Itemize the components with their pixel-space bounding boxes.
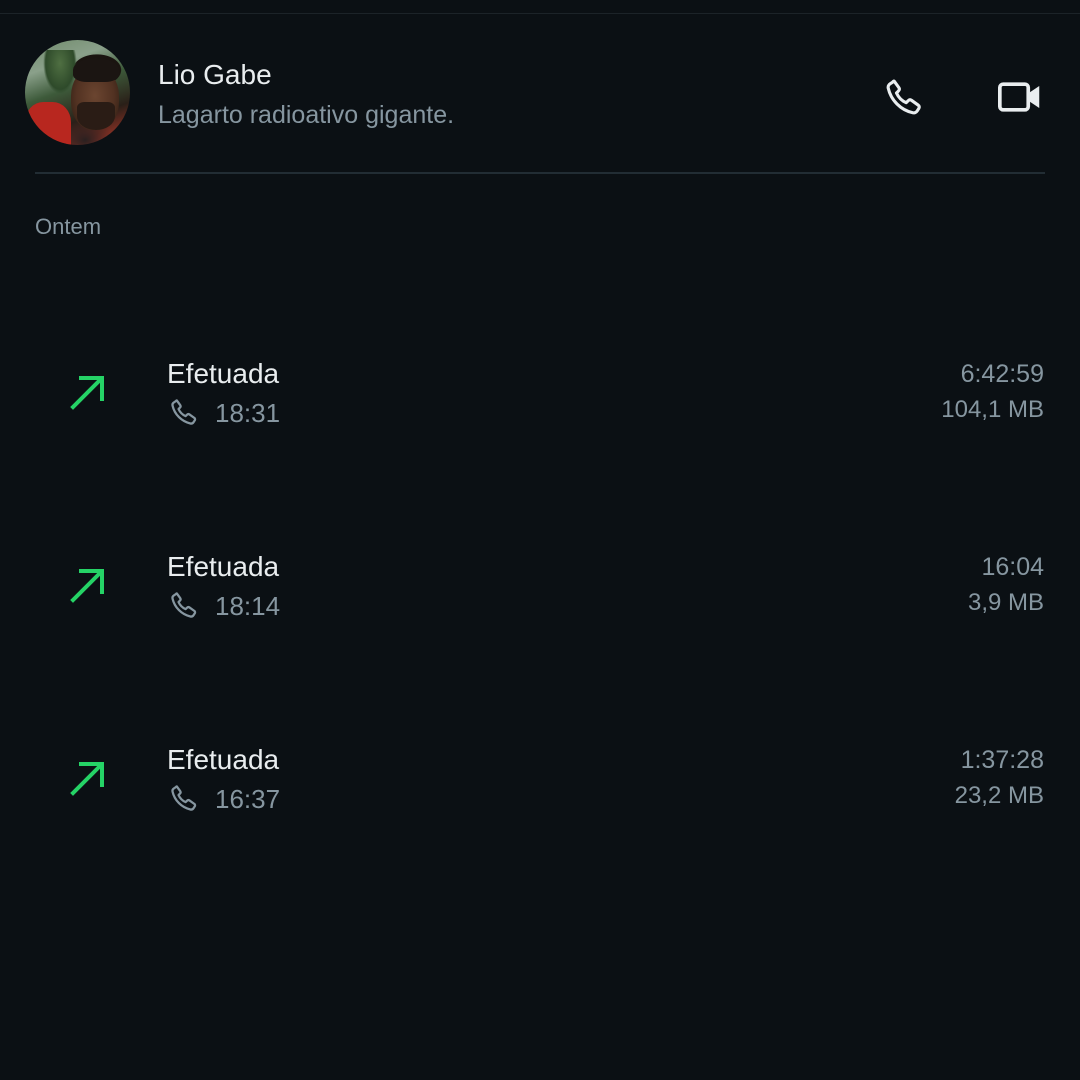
- contact-name[interactable]: Lio Gabe: [158, 59, 272, 91]
- call-duration: 1:37:28: [960, 746, 1044, 774]
- call-log-item[interactable]: Efetuada 16:37 1:37:28 23,2 MB: [0, 744, 1080, 834]
- call-time: 16:37: [215, 784, 281, 814]
- call-log-item[interactable]: Efetuada 18:31 6:42:59 104,1 MB: [0, 358, 1080, 448]
- call-type: Efetuada: [167, 744, 280, 775]
- call-log-item[interactable]: Efetuada 18:14 16:04 3,9 MB: [0, 551, 1080, 641]
- call-duration: 6:42:59: [960, 360, 1044, 388]
- call-duration: 16:04: [981, 553, 1044, 581]
- phone-icon: [171, 785, 197, 811]
- call-info-screen: Lio Gabe Lagarto radioativo gigante. Ont…: [0, 0, 1080, 1080]
- call-time: 18:14: [215, 591, 281, 621]
- contact-status: Lagarto radioativo gigante.: [158, 101, 455, 129]
- call-data-size: 104,1 MB: [941, 396, 1044, 423]
- video-camera-icon: [998, 82, 1040, 112]
- outgoing-arrow-icon: [70, 569, 104, 603]
- call-type: Efetuada: [167, 551, 280, 582]
- outgoing-arrow-icon: [70, 762, 104, 796]
- call-type: Efetuada: [167, 358, 280, 389]
- date-section-label: Ontem: [35, 214, 102, 239]
- top-bar-divider: [0, 0, 1080, 14]
- call-data-size: 3,9 MB: [967, 589, 1044, 616]
- phone-icon: [171, 592, 197, 618]
- avatar-shirt: [25, 102, 71, 145]
- outgoing-arrow-icon: [70, 376, 104, 410]
- video-call-button[interactable]: [990, 69, 1050, 125]
- avatar-beard: [77, 102, 115, 130]
- contact-header: Lio Gabe Lagarto radioativo gigante.: [0, 40, 1080, 146]
- header-divider: [35, 172, 1045, 174]
- avatar-hair: [73, 58, 119, 82]
- phone-icon: [886, 79, 921, 115]
- voice-call-button[interactable]: [876, 69, 932, 125]
- call-time: 18:31: [215, 398, 281, 428]
- avatar[interactable]: [25, 40, 130, 145]
- call-data-size: 23,2 MB: [954, 782, 1044, 809]
- phone-icon: [171, 399, 197, 425]
